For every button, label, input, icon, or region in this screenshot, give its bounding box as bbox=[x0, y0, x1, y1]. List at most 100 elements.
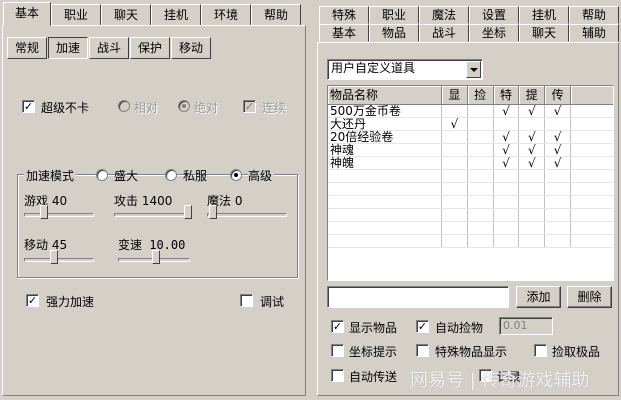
tab-right-help[interactable]: 帮助 bbox=[569, 6, 619, 24]
item-send-cell[interactable]: √ bbox=[544, 143, 572, 157]
absolute-radio[interactable] bbox=[178, 100, 190, 112]
subtab-general[interactable]: 常规 bbox=[7, 37, 47, 59]
item-special-cell[interactable]: √ bbox=[493, 104, 520, 118]
chevron-down-icon[interactable] bbox=[466, 61, 481, 78]
table-row[interactable]: 500万金币卷 √ √ √ bbox=[328, 104, 613, 118]
filler-cell bbox=[570, 104, 613, 118]
relative-radio[interactable] bbox=[118, 100, 130, 112]
item-special-cell[interactable]: √ bbox=[493, 143, 520, 157]
tab-right-profession[interactable]: 职业 bbox=[369, 6, 419, 24]
attack-speed-slider[interactable] bbox=[184, 205, 192, 223]
tab-help[interactable]: 帮助 bbox=[251, 4, 301, 26]
empty-row bbox=[328, 195, 613, 209]
table-row[interactable]: 大还丹 √ bbox=[328, 117, 613, 131]
column-item-name[interactable]: 物品名称 bbox=[328, 86, 442, 105]
empty-cell bbox=[518, 182, 546, 196]
tab-chat[interactable]: 聊天 bbox=[101, 4, 151, 26]
accel-mode-private-radio[interactable] bbox=[165, 169, 177, 181]
item-tip-cell[interactable] bbox=[518, 117, 546, 131]
empty-cell bbox=[467, 221, 494, 235]
move-speed-slider[interactable] bbox=[50, 250, 58, 268]
relative-label: 相对 bbox=[134, 101, 159, 115]
item-show-cell[interactable] bbox=[441, 130, 468, 144]
item-show-cell[interactable] bbox=[441, 143, 468, 157]
item-pick-cell[interactable] bbox=[467, 130, 494, 144]
tab-settings[interactable]: 设置 bbox=[469, 6, 519, 24]
item-pick-cell[interactable] bbox=[467, 117, 494, 131]
table-row[interactable]: 神魄 √ √ √ bbox=[328, 156, 613, 170]
tab-right-hangup[interactable]: 挂机 bbox=[519, 6, 569, 24]
tab-right-basic[interactable]: 基本 bbox=[319, 24, 369, 42]
show-items-checkbox[interactable]: ✓ bbox=[331, 320, 344, 333]
tab-combat[interactable]: 战斗 bbox=[419, 24, 469, 42]
column-show[interactable]: 显 bbox=[441, 86, 468, 105]
delete-item-button[interactable]: 删除 bbox=[567, 286, 612, 308]
accel-mode-shanda-radio[interactable] bbox=[96, 169, 108, 181]
item-pick-cell[interactable] bbox=[467, 104, 494, 118]
subtab-move[interactable]: 移动 bbox=[171, 37, 211, 59]
move-speed-label: 移动 45 bbox=[24, 238, 68, 252]
item-send-cell[interactable] bbox=[544, 117, 572, 131]
item-show-cell[interactable]: √ bbox=[441, 117, 468, 131]
empty-cell bbox=[441, 208, 468, 222]
item-show-cell[interactable] bbox=[441, 104, 468, 118]
filler-cell bbox=[570, 130, 613, 144]
accel-mode-advanced-radio[interactable] bbox=[230, 169, 242, 181]
item-special-cell[interactable]: √ bbox=[493, 130, 520, 144]
item-special-cell[interactable]: √ bbox=[493, 156, 520, 170]
auto-send-checkbox[interactable] bbox=[331, 369, 344, 382]
table-row[interactable]: 神魂 √ √ √ bbox=[328, 143, 613, 157]
auto-pick-delay-input[interactable]: 0.01 bbox=[499, 317, 553, 335]
accel-mode-label: 加速模式 bbox=[24, 167, 77, 184]
tab-basic[interactable]: 基本 bbox=[3, 2, 51, 26]
tab-profession[interactable]: 职业 bbox=[51, 4, 101, 26]
item-pick-cell[interactable] bbox=[467, 143, 494, 157]
variable-speed-slider[interactable] bbox=[152, 250, 160, 268]
coord-tip-checkbox[interactable] bbox=[331, 344, 344, 357]
item-special-cell[interactable] bbox=[493, 117, 520, 131]
new-item-input[interactable] bbox=[327, 286, 509, 308]
item-tip-cell[interactable]: √ bbox=[518, 156, 546, 170]
column-send[interactable]: 传 bbox=[544, 86, 572, 105]
column-tip[interactable]: 提 bbox=[518, 86, 546, 105]
tab-environment[interactable]: 环境 bbox=[201, 4, 251, 26]
tab-items[interactable]: 物品 bbox=[369, 24, 419, 42]
move-speed-track bbox=[24, 258, 94, 262]
debug-checkbox[interactable] bbox=[240, 294, 253, 307]
subtab-protect[interactable]: 保护 bbox=[130, 37, 170, 59]
empty-cell bbox=[544, 169, 572, 183]
item-send-cell[interactable]: √ bbox=[544, 104, 572, 118]
item-list-table[interactable]: 物品名称 显 捡 特 提 传 500万金币卷 √ √ √ 大还丹 √ 20倍经验卷 √ √ √ 神魂… bbox=[327, 85, 614, 281]
tab-hangup[interactable]: 挂机 bbox=[151, 4, 201, 26]
subtab-accelerate[interactable]: 加速 bbox=[48, 37, 88, 59]
super-no-lag-checkbox[interactable]: ✓ bbox=[22, 100, 35, 113]
item-tip-cell[interactable]: √ bbox=[518, 104, 546, 118]
column-pick[interactable]: 捡 bbox=[467, 86, 494, 105]
item-tip-cell[interactable]: √ bbox=[518, 130, 546, 144]
continuous-checkbox[interactable]: ✓ bbox=[243, 100, 256, 113]
empty-cell bbox=[570, 169, 613, 183]
tab-special[interactable]: 特殊 bbox=[319, 6, 369, 24]
strong-accel-checkbox[interactable]: ✓ bbox=[26, 294, 39, 307]
item-send-cell[interactable]: √ bbox=[544, 156, 572, 170]
item-tip-cell[interactable]: √ bbox=[518, 143, 546, 157]
special-display-checkbox[interactable] bbox=[416, 344, 429, 357]
magic-speed-slider[interactable] bbox=[209, 205, 217, 223]
pick-best-checkbox[interactable] bbox=[534, 344, 547, 357]
game-speed-slider[interactable] bbox=[40, 205, 48, 223]
tab-right-chat[interactable]: 聊天 bbox=[519, 24, 569, 42]
tab-coordinates[interactable]: 坐标 bbox=[469, 24, 519, 42]
empty-cell bbox=[328, 182, 442, 196]
table-row[interactable]: 20倍经验卷 √ √ √ bbox=[328, 130, 613, 144]
column-special[interactable]: 特 bbox=[493, 86, 520, 105]
add-item-button[interactable]: 添加 bbox=[516, 286, 561, 308]
auto-pick-checkbox[interactable]: ✓ bbox=[416, 320, 429, 333]
item-show-cell[interactable] bbox=[441, 156, 468, 170]
item-pick-cell[interactable] bbox=[467, 156, 494, 170]
item-send-cell[interactable]: √ bbox=[544, 130, 572, 144]
subtab-combat[interactable]: 战斗 bbox=[89, 37, 129, 59]
item-type-select[interactable]: 用户自定义道具 bbox=[327, 59, 483, 80]
tab-assist[interactable]: 辅助 bbox=[569, 24, 619, 42]
empty-cell bbox=[544, 208, 572, 222]
tab-magic[interactable]: 魔法 bbox=[419, 6, 469, 24]
